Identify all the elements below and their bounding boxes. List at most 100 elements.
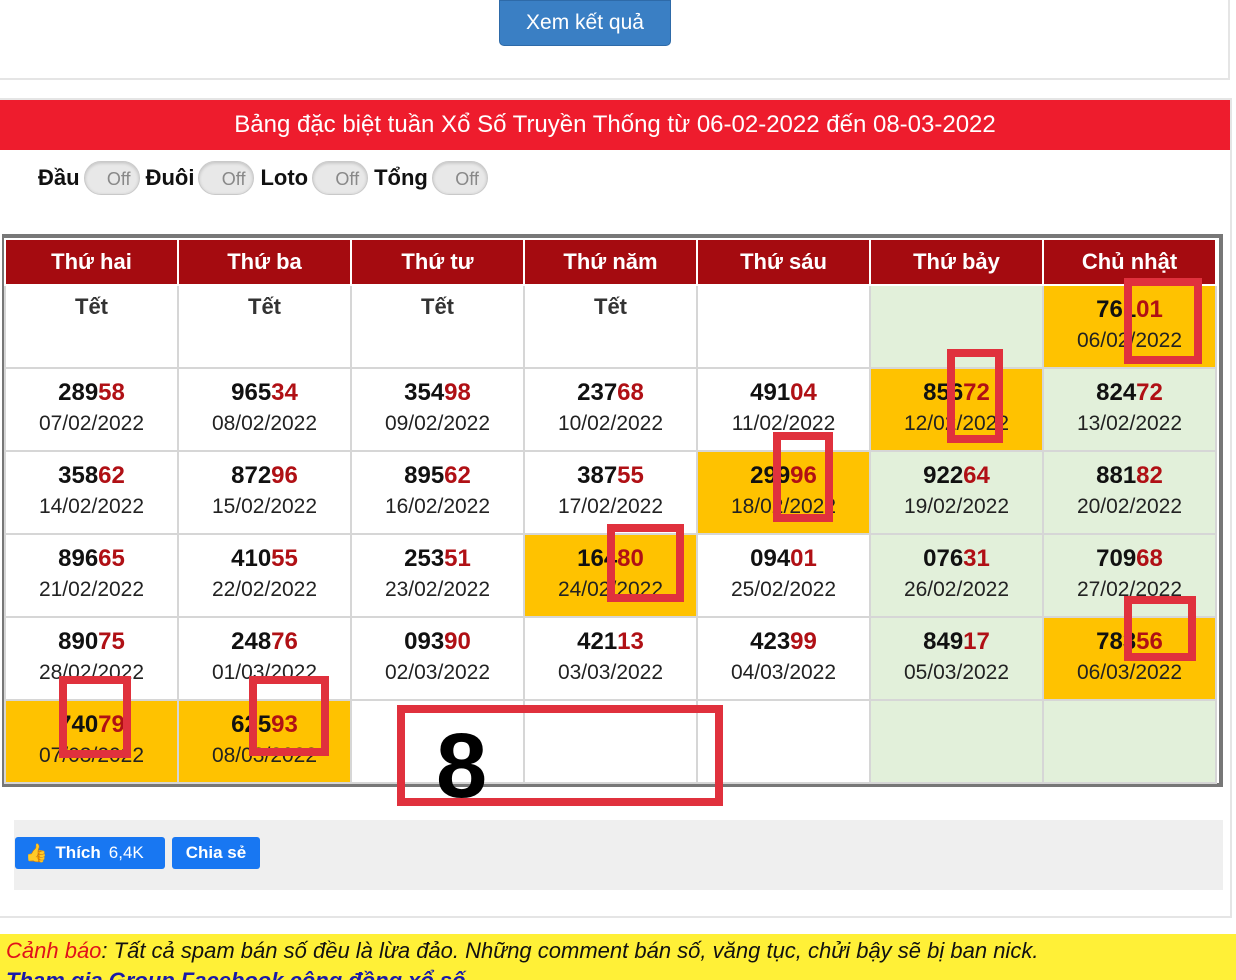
calendar-cell <box>869 699 1044 784</box>
special-prize-number: 88182 <box>1044 460 1215 492</box>
toggle-duoi[interactable]: Off <box>198 161 255 195</box>
group-link[interactable]: Tham gia Group Facebook cộng đồng xổ số <box>6 968 466 980</box>
calendar-cell: 35862 14/02/2022 <box>4 450 179 535</box>
tet-label: Tết <box>594 294 627 319</box>
number-head: 895 <box>404 462 445 489</box>
calendar-cell <box>696 284 871 369</box>
number-head: 094 <box>750 545 791 572</box>
special-prize-number: 87296 <box>179 460 350 492</box>
draw-date: 07/02/2022 <box>38 412 145 435</box>
number-head: 358 <box>58 462 99 489</box>
calendar-cell <box>869 284 1044 369</box>
special-prize-number: 23768 <box>525 377 696 409</box>
calendar-cell: 76101 06/02/2022 <box>1042 284 1217 369</box>
number-tail: 31 <box>963 545 990 572</box>
number-head: 248 <box>231 628 272 655</box>
special-prize-number: 89075 <box>6 626 177 658</box>
calendar-cell: 92264 19/02/2022 <box>869 450 1044 535</box>
calendar-cell: Tết <box>4 284 179 369</box>
special-prize-number: 09401 <box>698 543 869 575</box>
draw-date: 27/02/2022 <box>1076 578 1183 601</box>
calendar-cell: 88182 20/02/2022 <box>1042 450 1217 535</box>
special-prize-number: 92264 <box>871 460 1042 492</box>
tet-label: Tết <box>248 294 281 319</box>
draw-date: 20/02/2022 <box>1076 495 1183 518</box>
draw-date: 06/02/2022 <box>1076 329 1183 352</box>
toggle-label-loto: Loto <box>260 165 309 190</box>
draw-date: 16/02/2022 <box>384 495 491 518</box>
draw-date: 26/02/2022 <box>903 578 1010 601</box>
calendar-cell: 23768 10/02/2022 <box>523 367 698 452</box>
number-head: 093 <box>404 628 445 655</box>
special-prize-number: 25351 <box>352 543 523 575</box>
calendar-cell: 38755 17/02/2022 <box>523 450 698 535</box>
draw-date: 08/02/2022 <box>211 412 318 435</box>
weekday-header: Thứ năm <box>523 238 698 286</box>
calendar-cell: 85672 12/02/2022 <box>869 367 1044 452</box>
special-prize-number: 41055 <box>179 543 350 575</box>
special-prize-number: 89665 <box>6 543 177 575</box>
toggle-loto[interactable]: Off <box>312 161 369 195</box>
number-tail: 01 <box>790 545 817 572</box>
calendar-cell: 09390 02/03/2022 <box>350 616 525 701</box>
calendar-cell: 74079 07/03/2022 <box>4 699 179 784</box>
weekday-header-row: Thứ hai Thứ ba Thứ tư Thứ năm Thứ sáu Thứ bảy… <box>4 238 1217 286</box>
calendar-cell: 87296 15/02/2022 <box>177 450 352 535</box>
special-prize-number: 89562 <box>352 460 523 492</box>
facebook-like-button[interactable]: 👍 Thích 6,4K <box>15 837 165 869</box>
calendar-row: 74079 07/03/2022 62593 08/03/2022 <box>4 699 1217 784</box>
number-tail: 68 <box>1136 545 1163 572</box>
number-tail: 13 <box>617 628 644 655</box>
number-tail: 04 <box>790 379 817 406</box>
special-prize-number: 35862 <box>6 460 177 492</box>
number-tail: 96 <box>790 462 817 489</box>
weekday-header: Thứ bảy <box>869 238 1044 286</box>
toggle-bar: Đầu Off Đuôi Off Loto Off Tổng Off <box>38 158 494 198</box>
draw-date: 23/02/2022 <box>384 578 491 601</box>
toggle-state: Off <box>106 169 131 189</box>
number-tail: 90 <box>444 628 471 655</box>
number-head: 410 <box>231 545 272 572</box>
number-tail: 68 <box>617 379 644 406</box>
weekday-header: Thứ sáu <box>696 238 871 286</box>
calendar-cell: Tết <box>350 284 525 369</box>
number-head: 740 <box>58 711 99 738</box>
calendar-cell: 89665 21/02/2022 <box>4 533 179 618</box>
warning-banner: Cảnh báo: Tất cả spam bán số đều là lừa … <box>0 934 1236 980</box>
special-prize-number: 85672 <box>871 377 1042 409</box>
number-tail: 17 <box>963 628 990 655</box>
draw-date: 10/02/2022 <box>557 412 664 435</box>
number-head: 289 <box>58 379 99 406</box>
number-head: 354 <box>404 379 445 406</box>
calendar-cell: Tết <box>523 284 698 369</box>
number-tail: 55 <box>271 545 298 572</box>
number-head: 761 <box>1096 296 1137 323</box>
special-prize-number: 78356 <box>1044 626 1215 658</box>
number-tail: 65 <box>98 545 125 572</box>
facebook-share-button[interactable]: Chia sẻ <box>172 837 260 869</box>
number-head: 922 <box>923 462 964 489</box>
calendar-row: 35862 14/02/2022 87296 15/02/2022 89562 16/02… <box>4 450 1217 535</box>
number-tail: 79 <box>98 711 125 738</box>
draw-date: 08/03/2022 <box>211 744 318 767</box>
toggle-dau[interactable]: Off <box>83 161 140 195</box>
calendar-cell: 28958 07/02/2022 <box>4 367 179 452</box>
number-tail: 76 <box>271 628 298 655</box>
top-section: Xem kết quả <box>0 0 1230 80</box>
number-head: 491 <box>750 379 791 406</box>
special-prize-number: 42399 <box>698 626 869 658</box>
calendar-cell: 89562 16/02/2022 <box>350 450 525 535</box>
view-results-button[interactable]: Xem kết quả <box>499 0 671 46</box>
special-prize-number: 35498 <box>352 377 523 409</box>
number-tail: 96 <box>271 462 298 489</box>
toggle-tong[interactable]: Off <box>431 161 488 195</box>
toggle-state: Off <box>455 169 479 189</box>
calendar-cell: 62593 08/03/2022 <box>177 699 352 784</box>
number-head: 253 <box>404 545 445 572</box>
weekday-header: Chủ nhật <box>1042 238 1217 286</box>
draw-date: 14/02/2022 <box>38 495 145 518</box>
special-prize-number: 38755 <box>525 460 696 492</box>
number-tail: 34 <box>271 379 298 406</box>
calendar-cell: 84917 05/03/2022 <box>869 616 1044 701</box>
calendar-cell: 42399 04/03/2022 <box>696 616 871 701</box>
